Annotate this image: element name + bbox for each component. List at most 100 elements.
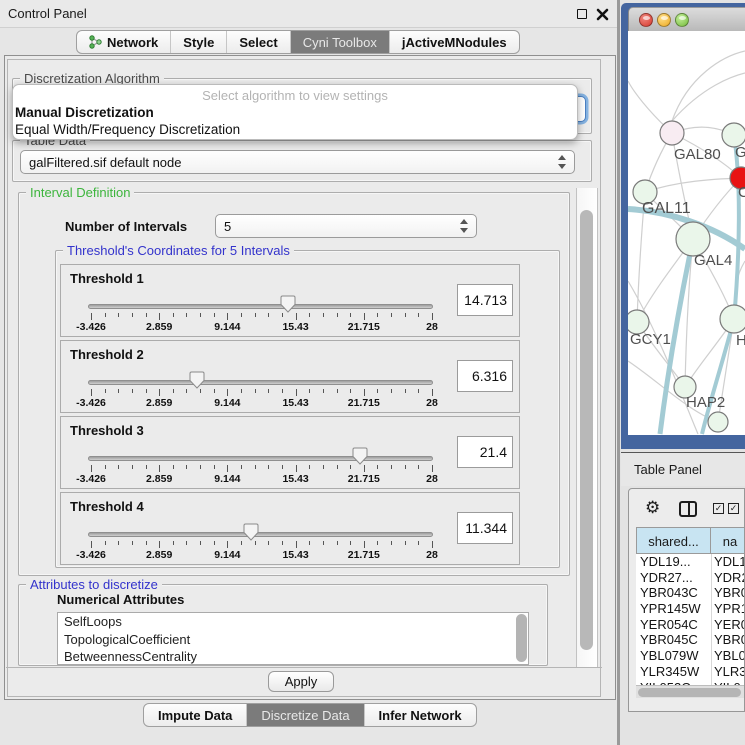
tab-discretize-data[interactable]: Discretize Data xyxy=(247,704,364,726)
float-window-glyph xyxy=(577,9,587,19)
settings-scrollbar-thumb[interactable] xyxy=(580,210,593,650)
tab-network-label: Network xyxy=(107,35,158,50)
table-row[interactable]: YER054C YER0 xyxy=(636,617,745,633)
zoom-traffic-light-icon[interactable] xyxy=(675,13,689,27)
interval-definition-title: Interval Definition xyxy=(26,185,134,200)
network-graph xyxy=(628,31,745,435)
algorithm-option-manual[interactable]: Manual Discretization xyxy=(15,105,568,120)
algorithm-dropdown-popup: Select algorithm to view settings Manual… xyxy=(12,84,578,140)
network-canvas[interactable]: GAL80 GA C GAL11 GAL4 GCY1 H HAP2 xyxy=(628,31,745,435)
threshold-1-label: Threshold 1 xyxy=(70,271,144,286)
threshold-1-box: Threshold 1 -3.4262.8599.14415.4321.7152… xyxy=(60,264,520,337)
cell: YBL0 xyxy=(714,648,745,663)
thresholds-group-title: Threshold's Coordinates for 5 Intervals xyxy=(63,243,294,258)
list-item-topologicalcoefficient[interactable]: TopologicalCoefficient xyxy=(58,631,528,649)
float-window-icon[interactable] xyxy=(576,8,589,21)
gear-icon[interactable]: ⚙ xyxy=(645,498,660,518)
table-data-combobox[interactable]: galFiltered.sif default node xyxy=(20,150,575,174)
threshold-1-tick-labels: -3.4262.8599.14415.4321.71528 xyxy=(88,321,438,333)
table-row[interactable]: YDL19...YDL1 xyxy=(636,554,745,570)
table-row[interactable]: YBR045CYBR0 xyxy=(636,632,745,648)
tab-impute-data-label: Impute Data xyxy=(158,708,232,723)
node-label-c: C xyxy=(738,184,745,201)
table-data-value: galFiltered.sif default node xyxy=(29,155,181,170)
threshold-4-slider-track[interactable] xyxy=(88,532,433,537)
checkbox-icon-2[interactable]: ✓ xyxy=(728,503,739,514)
divider xyxy=(6,667,602,668)
node-label-h: H xyxy=(736,332,745,349)
tab-impute-data[interactable]: Impute Data xyxy=(144,704,247,726)
network-icon xyxy=(89,35,102,49)
tab-discretize-data-label: Discretize Data xyxy=(261,708,349,723)
tab-cyni-toolbox[interactable]: Cyni Toolbox xyxy=(291,31,390,53)
cell: YER054C xyxy=(640,617,698,632)
node-gal80[interactable] xyxy=(660,121,684,145)
threshold-2-slider-handle[interactable] xyxy=(189,371,205,389)
threshold-4-label: Threshold 4 xyxy=(70,499,144,514)
table-panel-title: Table Panel xyxy=(634,462,702,477)
threshold-1-value-field[interactable]: 14.713 xyxy=(457,284,513,316)
close-traffic-light-icon[interactable] xyxy=(639,13,653,27)
close-icon[interactable] xyxy=(596,8,609,21)
node-label-gal4: GAL4 xyxy=(694,252,732,269)
threshold-2-slider-track[interactable] xyxy=(88,380,433,385)
list-item-selfloops[interactable]: SelfLoops xyxy=(58,613,528,631)
tab-network[interactable]: Network xyxy=(77,31,171,53)
node-gal4[interactable] xyxy=(676,222,710,256)
node-label-gal11: GAL11 xyxy=(642,200,691,218)
threshold-3-tick-labels: -3.4262.8599.14415.4321.71528 xyxy=(88,473,438,485)
table-row[interactable]: YBR043CYBR0 xyxy=(636,585,745,601)
table-rows[interactable]: YDL19...YDL1 YDR27...YDR2 YBR043CYBR0 YP… xyxy=(636,554,745,685)
settings-scrollbar[interactable] xyxy=(576,188,598,668)
tab-jactivemnodules-label: jActiveMNodules xyxy=(402,35,507,50)
threshold-4-value-field[interactable]: 11.344 xyxy=(457,512,513,544)
cell: YDL1 xyxy=(714,554,745,569)
threshold-2-value-field[interactable]: 6.316 xyxy=(457,360,513,392)
minimize-traffic-light-icon[interactable] xyxy=(657,13,671,27)
checkbox-icon-1[interactable]: ✓ xyxy=(713,503,724,514)
node-label-gal80: GAL80 xyxy=(674,146,721,163)
node-bottom-partial[interactable] xyxy=(708,412,728,432)
attributes-group-title: Attributes to discretize xyxy=(26,577,162,592)
column-header-shared-name[interactable]: shared... xyxy=(636,527,711,554)
threshold-3-value-field[interactable]: 21.4 xyxy=(457,436,513,468)
tab-select[interactable]: Select xyxy=(227,31,290,53)
tab-infer-network-label: Infer Network xyxy=(379,708,462,723)
cell: YBR0 xyxy=(714,632,745,647)
split-table-icon[interactable] xyxy=(679,501,697,517)
threshold-4-tick-labels: -3.4262.8599.14415.4321.71528 xyxy=(88,549,438,561)
table-row[interactable]: YPR145WYPR1 xyxy=(636,601,745,617)
threshold-3-slider-track[interactable] xyxy=(88,456,433,461)
threshold-1-slider-track[interactable] xyxy=(88,304,433,309)
tab-infer-network[interactable]: Infer Network xyxy=(365,704,476,726)
table-horizontal-scrollbar[interactable] xyxy=(636,685,745,698)
cell: YPR145W xyxy=(640,601,701,616)
cell: YER0 xyxy=(714,617,745,632)
table-horizontal-scrollbar-thumb[interactable] xyxy=(638,688,741,697)
network-window-titlebar[interactable] xyxy=(628,7,745,31)
column-header-name[interactable]: na xyxy=(710,527,745,554)
table-row[interactable]: YLR345WYLR3 xyxy=(636,664,745,680)
attributes-list-scrollbar-thumb[interactable] xyxy=(516,614,527,662)
number-of-intervals-label: Number of Intervals xyxy=(65,219,187,234)
tab-style[interactable]: Style xyxy=(171,31,227,53)
table-row[interactable]: YBL079W YBL0 xyxy=(636,648,745,664)
tab-jactivemnodules[interactable]: jActiveMNodules xyxy=(390,31,519,53)
tab-style-label: Style xyxy=(183,35,214,50)
apply-button[interactable]: Apply xyxy=(268,671,334,692)
table-row[interactable]: YDR27...YDR2 xyxy=(636,570,745,586)
list-item-betweennesscentrality[interactable]: BetweennessCentrality xyxy=(58,648,528,665)
node-label-ga: GA xyxy=(735,144,745,161)
threshold-4-box: Threshold 4 -3.4262.8599.14415.4321.7152… xyxy=(60,492,520,565)
node-h[interactable] xyxy=(720,305,745,333)
cell: YBL079W xyxy=(640,648,699,663)
threshold-2-ticks xyxy=(88,389,438,397)
threshold-2-box: Threshold 2 -3.4262.8599.14415.4321.7152… xyxy=(60,340,520,413)
threshold-1-slider-handle[interactable] xyxy=(280,295,296,313)
number-of-intervals-combobox[interactable]: 5 xyxy=(215,214,477,238)
algorithm-option-equal-width[interactable]: Equal Width/Frequency Discretization xyxy=(15,122,568,137)
table-browser-window: ⚙ ✓ ✓ shared... na YDL19...YDL1 YDR27...… xyxy=(628,488,745,712)
threshold-3-slider-handle[interactable] xyxy=(352,447,368,465)
numerical-attributes-list[interactable]: SelfLoops TopologicalCoefficient Between… xyxy=(57,612,529,665)
threshold-4-slider-handle[interactable] xyxy=(243,523,259,541)
